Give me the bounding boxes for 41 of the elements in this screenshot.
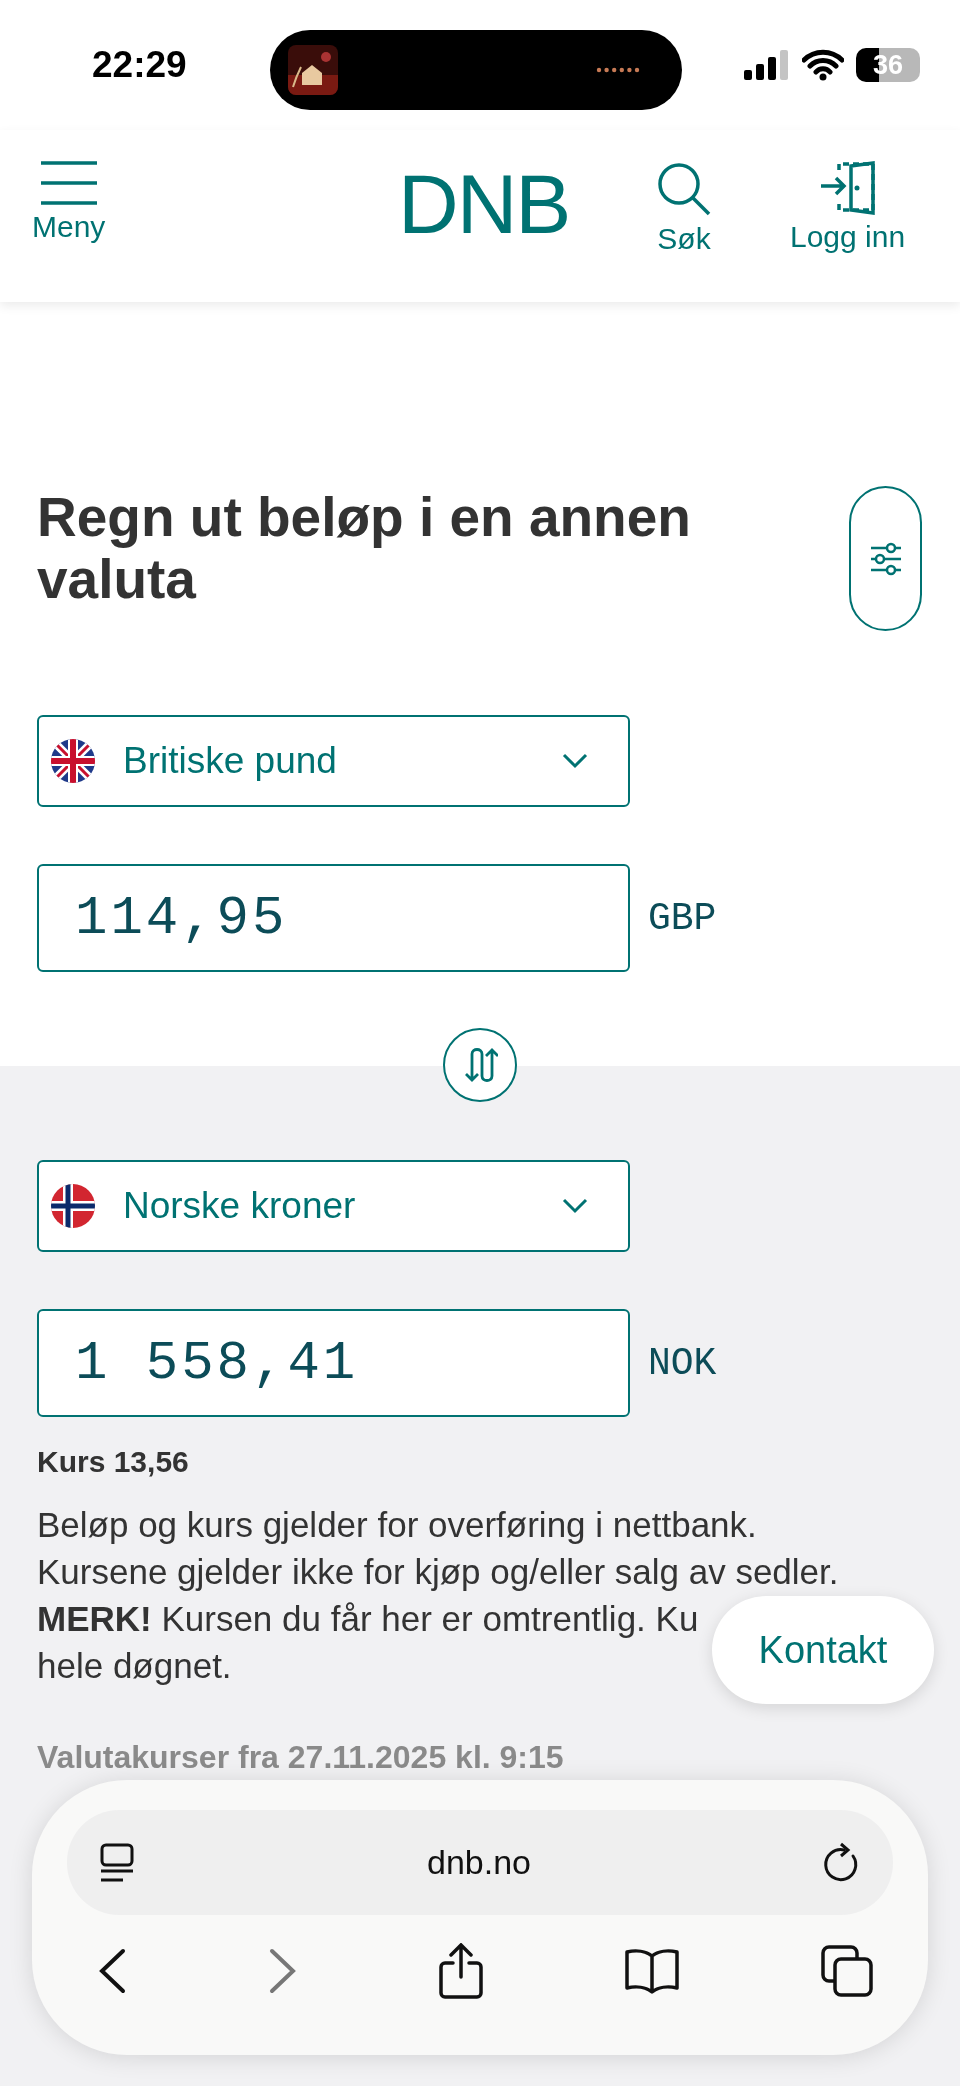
wifi-icon [802, 49, 844, 81]
share-button[interactable] [439, 1943, 483, 1999]
share-icon [439, 1943, 483, 1999]
currency-code: NOK [648, 1341, 717, 1385]
chevron-down-icon [562, 753, 588, 769]
bookmarks-button[interactable] [624, 1948, 680, 1994]
reader-icon [99, 1842, 135, 1883]
tabs-button[interactable] [821, 1945, 873, 1997]
disclaimer-line: hele døgnet. [37, 1645, 232, 1687]
address-bar[interactable]: dnb.no [67, 1810, 893, 1915]
menu-button[interactable]: Meny [32, 160, 106, 244]
disclaimer-line: MERK! Kursen du får her er omtrentlig. Ku [37, 1598, 699, 1640]
book-icon [624, 1948, 680, 1994]
disclaimer-line: Beløp og kurs gjelder for overføring i nettbank. [37, 1504, 757, 1546]
sliders-icon [868, 541, 903, 576]
rates-date: Valutakurser fra 27.11.2025 kl. 9:15 [37, 1739, 565, 1776]
currency-select[interactable]: Norske kroner [37, 1160, 630, 1252]
search-icon [655, 160, 713, 218]
amount-field[interactable]: 1 558,41 [37, 1309, 630, 1417]
chevron-down-icon [562, 1198, 588, 1214]
amount-field[interactable]: 114,95 [37, 864, 630, 972]
exchange-rate: Kurs 13,56 [37, 1445, 190, 1479]
flag-icon [51, 739, 95, 783]
swap-icon [462, 1048, 498, 1082]
login-button[interactable]: Logg inn [790, 160, 906, 254]
logo[interactable]: DNB [398, 162, 570, 246]
status-time: 22:29 [92, 44, 188, 86]
section-heading: Regn ut beløp i en annen valuta [37, 486, 692, 610]
currency-code: GBP [648, 896, 717, 940]
contact-button[interactable]: Kontakt [712, 1596, 934, 1704]
flag-icon [51, 1184, 95, 1228]
currency-select[interactable]: Britiske pund [37, 715, 630, 807]
search-button[interactable]: Søk [655, 160, 713, 256]
url-text: dnb.no [427, 1843, 531, 1882]
dots-icon [596, 67, 640, 73]
signal-icon [744, 50, 790, 80]
door-icon [818, 160, 877, 216]
back-button[interactable] [97, 1948, 127, 1994]
disclaimer-line: Kursene gjelder ikke for kjøp og/eller salg av sedler. [37, 1551, 839, 1593]
menu-icon [38, 160, 99, 206]
tabs-icon [821, 1945, 873, 1997]
